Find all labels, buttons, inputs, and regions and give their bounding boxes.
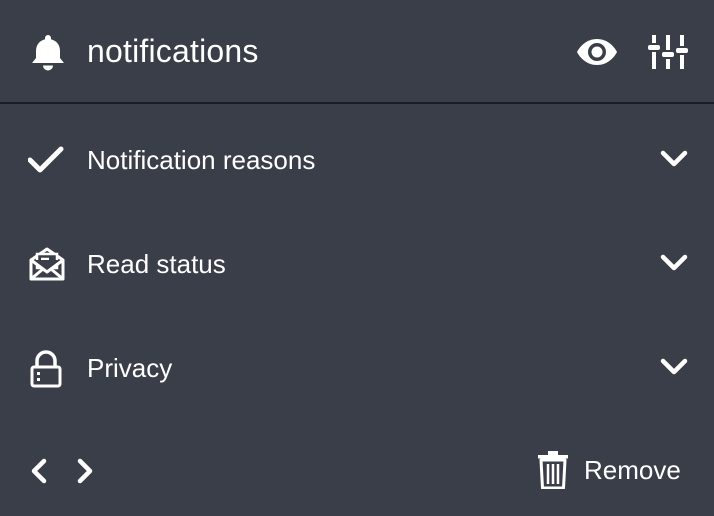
checkmark-icon [28,142,64,178]
notifications-panel: notifications Notification reasons Read … [0,0,714,516]
chevron-down-icon[interactable] [660,252,688,274]
remove-button[interactable]: Remove [538,448,688,492]
section-label: Privacy [87,353,173,383]
remove-label: Remove [584,455,681,485]
eye-icon[interactable] [576,33,618,71]
chevron-right-icon[interactable] [74,456,96,486]
trash-icon [538,451,568,489]
chevron-down-icon[interactable] [660,148,688,170]
open-envelope-icon [28,246,65,282]
section-label: Notification reasons [87,145,316,175]
bell-icon [28,32,68,72]
panel-footer: Remove [0,424,714,516]
section-label: Read status [87,249,226,279]
section-read-status[interactable]: Read status [0,210,714,314]
panel-header: notifications [0,0,714,104]
section-notification-reasons[interactable]: Notification reasons [0,106,714,210]
chevron-down-icon[interactable] [660,356,688,378]
sliders-icon[interactable] [648,33,688,71]
chevron-left-icon[interactable] [28,456,50,486]
panel-title: notifications [87,33,259,69]
padlock-icon [28,350,64,388]
section-privacy[interactable]: Privacy [0,314,714,418]
